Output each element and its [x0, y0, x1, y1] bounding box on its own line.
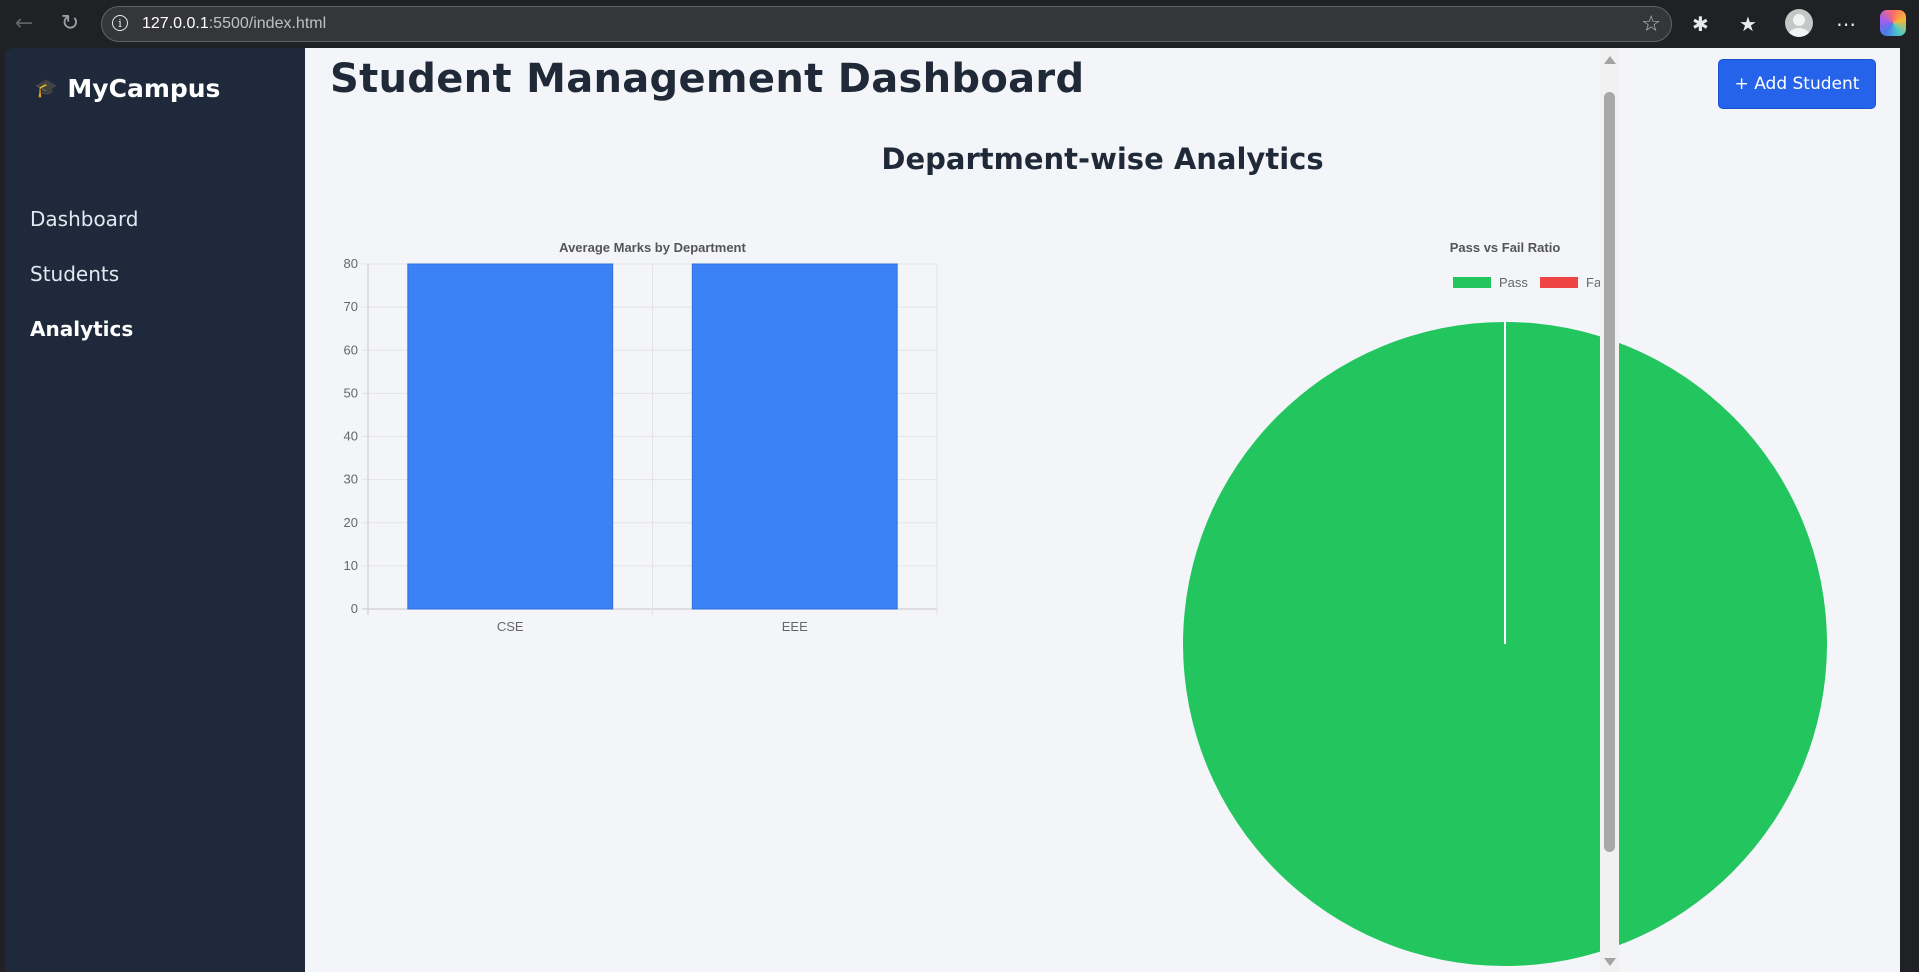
address-bar[interactable]: i 127.0.0.1:5500/index.html ☆ [101, 6, 1672, 42]
section-title: Department-wise Analytics [881, 142, 1324, 176]
bar-eee [691, 263, 898, 610]
favorites-icon[interactable]: ★ [1739, 10, 1757, 38]
y-tick-label: 50 [344, 385, 358, 400]
y-tick-label: 20 [344, 515, 358, 530]
back-arrow-icon[interactable]: ← [10, 10, 38, 38]
page-title: Student Management Dashboard [330, 56, 1085, 102]
average-marks-bar-chart: Average Marks by Department 0 10 20 30 40 50 60… [344, 240, 938, 634]
y-tick-label: 30 [344, 472, 358, 487]
bar-cse [407, 263, 614, 610]
y-tick-label: 10 [344, 558, 358, 573]
x-tick-label: EEE [782, 619, 808, 634]
sidebar: 🎓 MyCampus Dashboard Students Analytics [5, 48, 305, 972]
y-tick-label: 70 [344, 299, 358, 314]
add-student-button[interactable]: + Add Student [1718, 59, 1876, 109]
graduation-cap-icon: 🎓 [35, 78, 58, 99]
url-text: 127.0.0.1:5500/index.html [142, 15, 327, 32]
profile-avatar[interactable] [1785, 9, 1813, 37]
favorite-star-icon[interactable]: ☆ [1641, 12, 1661, 37]
reload-icon[interactable]: ↻ [56, 10, 84, 38]
scroll-down-arrow-icon[interactable] [1604, 958, 1616, 966]
pass-fail-pie-chart: Pass vs Fail RatioPass Fail [1183, 240, 1827, 966]
scroll-up-arrow-icon[interactable] [1604, 56, 1616, 64]
pie-chart-container: Pass vs Fail Ratio Pass Fail [1135, 228, 1875, 972]
legend-label-pass: Pass [1499, 275, 1528, 290]
sidebar-item-dashboard[interactable]: Dashboard [5, 192, 305, 247]
y-tick-label: 0 [351, 601, 358, 616]
bar-chart-container: Average Marks by Department 0 10 20 30 40 50 60… [330, 228, 1110, 788]
legend-swatch-pass [1453, 277, 1491, 288]
y-tick-label: 40 [344, 429, 358, 444]
y-tick-label: 80 [344, 256, 358, 271]
page-viewport: 🎓 MyCampus Dashboard Students Analytics … [5, 48, 1919, 972]
main-content: Student Management Dashboard + Add Stude… [305, 48, 1900, 972]
more-menu-icon[interactable]: ⋯ [1836, 10, 1856, 38]
y-tick-label: 60 [344, 342, 358, 357]
sidebar-item-analytics[interactable]: Analytics [5, 302, 305, 357]
info-icon[interactable]: i [112, 15, 128, 31]
legend-swatch-fail [1540, 277, 1578, 288]
browser-toolbar: ← ↻ i 127.0.0.1:5500/index.html ☆ ✱ ★ ⋯ [0, 0, 1919, 48]
brand-name: MyCampus [67, 74, 221, 103]
extensions-icon[interactable]: ✱ [1692, 10, 1709, 38]
sidebar-item-students[interactable]: Students [5, 247, 305, 302]
pie-chart-title: Pass vs Fail Ratio [1450, 240, 1561, 255]
copilot-icon[interactable] [1880, 10, 1906, 36]
sidebar-nav: Dashboard Students Analytics [5, 192, 305, 357]
x-tick-label: CSE [497, 619, 524, 634]
bar-chart-title: Average Marks by Department [559, 240, 746, 255]
vertical-scrollbar[interactable] [1600, 48, 1619, 972]
scroll-thumb[interactable] [1604, 92, 1615, 852]
brand[interactable]: 🎓 MyCampus [35, 74, 220, 103]
